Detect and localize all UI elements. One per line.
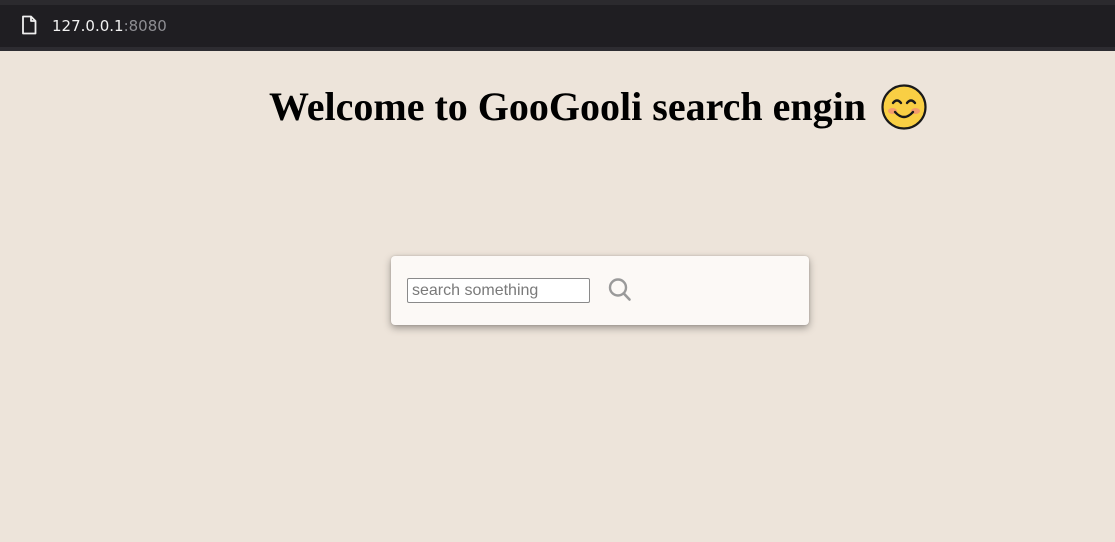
page-body: Welcome to GooGooli search engin [0, 51, 1115, 542]
search-button[interactable] [607, 277, 633, 303]
search-form [391, 256, 809, 325]
smiling-face-icon [881, 84, 927, 130]
address-port: :8080 [123, 17, 167, 35]
page-title: Welcome to GooGooli search engin [269, 81, 927, 133]
back-icon[interactable]: ‹ [0, 15, 2, 29]
page-title-text: Welcome to GooGooli search engin [269, 84, 866, 129]
address-host: 127.0.0.1 [52, 17, 124, 35]
browser-toolbar: ‹ 127.0.0.1:8080 [0, 0, 1115, 51]
address-bar[interactable]: 127.0.0.1:8080 [52, 16, 167, 36]
file-icon [22, 15, 37, 35]
search-icon [608, 278, 631, 301]
search-input[interactable] [407, 278, 590, 303]
